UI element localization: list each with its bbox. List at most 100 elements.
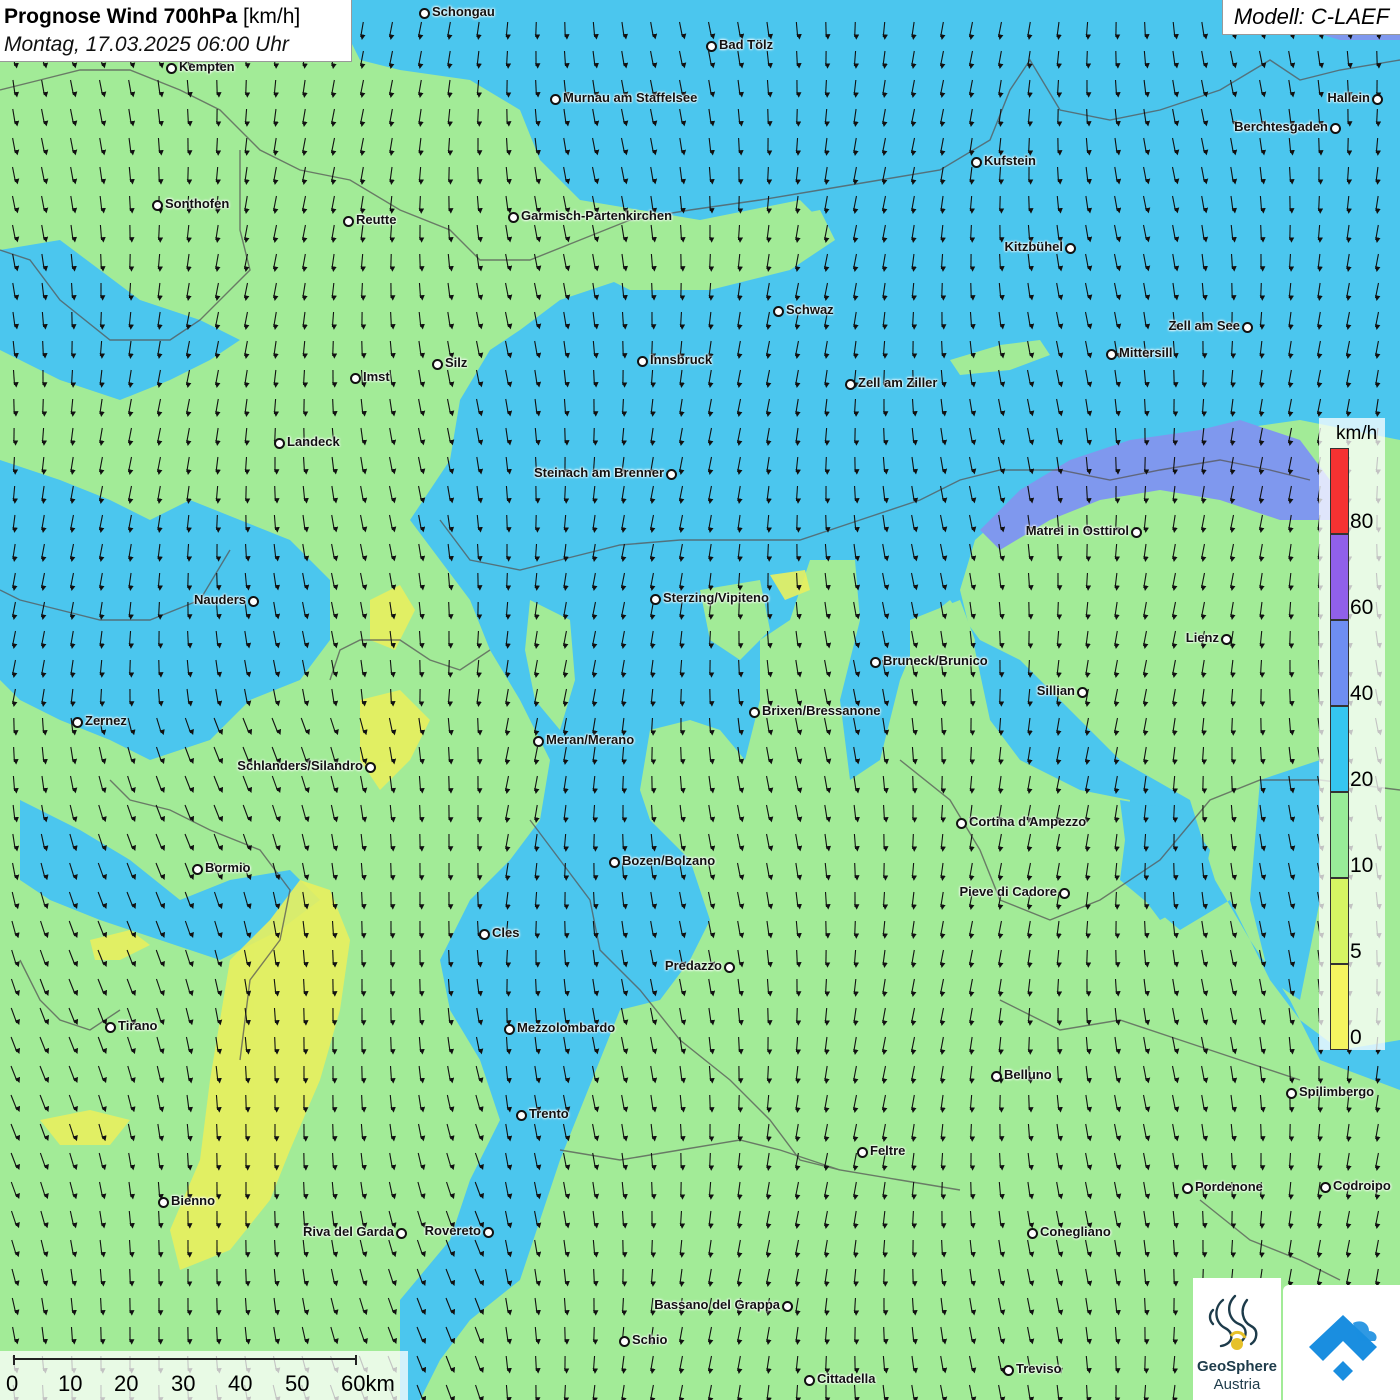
wind-arrow-icon <box>1144 1297 1150 1316</box>
city-marker-icon[interactable] <box>248 596 259 607</box>
city-label-bassano-del-grappa: Bassano del Grappa <box>654 1297 780 1312</box>
wind-arrow-icon <box>1115 456 1121 475</box>
city-marker-icon[interactable] <box>432 359 443 370</box>
city-marker-icon[interactable] <box>1027 1228 1038 1239</box>
wind-arrow-icon <box>361 891 367 910</box>
city-marker-icon[interactable] <box>1077 687 1088 698</box>
city-marker-icon[interactable] <box>396 1228 407 1239</box>
wind-arrow-icon <box>1172 427 1179 446</box>
city-marker-icon[interactable] <box>782 1301 793 1312</box>
wind-app-logo[interactable] <box>1283 1285 1400 1400</box>
city-marker-icon[interactable] <box>72 717 83 728</box>
wind-arrow-icon <box>1027 1036 1034 1055</box>
city-label-tirano: Tirano <box>118 1018 158 1033</box>
wind-arrow-icon <box>332 949 338 968</box>
wind-arrow-icon <box>766 1065 773 1084</box>
city-marker-icon[interactable] <box>1242 322 1253 333</box>
city-marker-icon[interactable] <box>479 929 490 940</box>
city-marker-icon[interactable] <box>343 216 354 227</box>
wind-arrow-icon <box>419 253 425 272</box>
city-marker-icon[interactable] <box>105 1022 116 1033</box>
city-marker-icon[interactable] <box>870 657 881 668</box>
city-marker-icon[interactable] <box>1106 349 1117 360</box>
city-marker-icon[interactable] <box>158 1197 169 1208</box>
city-marker-icon[interactable] <box>1131 527 1142 538</box>
title-main: Prognose Wind 700hPa <box>4 5 238 28</box>
wind-arrow-icon <box>1231 775 1237 794</box>
city-marker-icon[interactable] <box>971 157 982 168</box>
wind-arrow-icon <box>1259 282 1266 301</box>
city-label-bozen-bolzano: Bozen/Bolzano <box>622 853 716 868</box>
legend-tick-label: 40 <box>1350 682 1374 705</box>
title-box: Prognose Wind 700hPa [km/h] Montag, 17.0… <box>0 0 352 62</box>
wind-arrow-icon <box>651 282 657 301</box>
city-marker-icon[interactable] <box>365 762 376 773</box>
city-marker-icon[interactable] <box>845 379 856 390</box>
city-marker-icon[interactable] <box>637 356 648 367</box>
city-marker-icon[interactable] <box>508 212 519 223</box>
city-marker-icon[interactable] <box>504 1024 515 1035</box>
city-marker-icon[interactable] <box>650 594 661 605</box>
city-marker-icon[interactable] <box>516 1110 527 1121</box>
city-label-landeck: Landeck <box>287 434 340 449</box>
city-marker-icon[interactable] <box>350 373 361 384</box>
city-marker-icon[interactable] <box>419 8 430 19</box>
wind-arrow-icon <box>969 224 976 243</box>
wind-arrow-icon <box>912 775 918 794</box>
wind-arrow-icon <box>941 717 947 736</box>
city-marker-icon[interactable] <box>956 818 967 829</box>
city-marker-icon[interactable] <box>749 707 760 718</box>
city-label-berchtesgaden: Berchtesgaden <box>1234 119 1328 134</box>
wind-arrow-icon <box>824 456 831 475</box>
city-marker-icon[interactable] <box>533 736 544 747</box>
city-marker-icon[interactable] <box>991 1071 1002 1082</box>
wind-arrow-icon <box>680 746 686 765</box>
city-marker-icon[interactable] <box>1320 1182 1331 1193</box>
wind-arrow-icon <box>158 1210 164 1229</box>
city-marker-icon[interactable] <box>152 200 163 211</box>
city-marker-icon[interactable] <box>724 962 735 973</box>
wind-arrow-icon <box>1317 195 1324 214</box>
city-label-lienz: Lienz <box>1185 630 1219 645</box>
wind-arrow-icon <box>506 514 512 533</box>
city-marker-icon[interactable] <box>1182 1183 1193 1194</box>
wind-arrow-icon <box>998 688 1005 707</box>
geosphere-logo-icon <box>1208 1294 1258 1350</box>
city-marker-icon[interactable] <box>274 438 285 449</box>
city-marker-icon[interactable] <box>706 41 717 52</box>
city-marker-icon[interactable] <box>1059 888 1070 899</box>
city-marker-icon[interactable] <box>773 306 784 317</box>
geosphere-logo[interactable]: GeoSphere Austria <box>1193 1278 1281 1400</box>
wind-arrow-icon <box>505 572 512 591</box>
city-marker-icon[interactable] <box>166 63 177 74</box>
city-marker-icon[interactable] <box>619 1336 630 1347</box>
city-label-mittersill: Mittersill <box>1119 345 1173 360</box>
city-label-predazzo: Predazzo <box>664 958 722 973</box>
city-marker-icon[interactable] <box>550 94 561 105</box>
city-label-kempten: Kempten <box>179 59 235 74</box>
scale-label: 20 <box>114 1371 139 1396</box>
city-marker-icon[interactable] <box>483 1227 494 1238</box>
city-marker-icon[interactable] <box>666 469 677 480</box>
city-label-pieve-di-cadore: Pieve di Cadore <box>959 884 1057 899</box>
city-marker-icon[interactable] <box>1065 243 1076 254</box>
city-label-zell-am-see: Zell am See <box>1168 318 1240 333</box>
city-label-steinach-am-brenner: Steinach am Brenner <box>533 465 664 480</box>
city-marker-icon[interactable] <box>192 864 203 875</box>
wind-arrow-icon <box>593 369 599 388</box>
city-marker-icon[interactable] <box>609 857 620 868</box>
city-label-bruneck-brunico: Bruneck/Brunico <box>883 653 988 668</box>
city-marker-icon[interactable] <box>1286 1088 1297 1099</box>
city-marker-icon[interactable] <box>1372 94 1383 105</box>
city-marker-icon[interactable] <box>1003 1365 1014 1376</box>
city-marker-icon[interactable] <box>1330 123 1341 134</box>
wind-arrow-icon <box>708 253 715 272</box>
wind-arrow-icon <box>1144 21 1150 40</box>
city-marker-icon[interactable] <box>1221 634 1232 645</box>
legend-tick-label: 80 <box>1350 510 1374 533</box>
wind-arrow-icon <box>332 1123 338 1142</box>
city-label-bienno: Bienno <box>171 1193 216 1208</box>
wind-arrow-icon <box>245 1268 251 1287</box>
city-marker-icon[interactable] <box>804 1375 815 1386</box>
city-marker-icon[interactable] <box>857 1147 868 1158</box>
